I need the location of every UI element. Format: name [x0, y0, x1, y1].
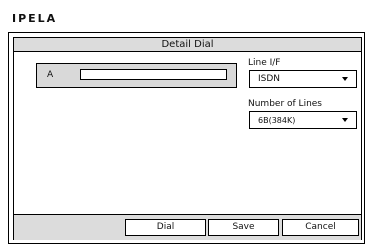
number-of-lines-value: 6B(384K) [258, 116, 296, 125]
chevron-down-icon [342, 118, 348, 122]
line-if-value: ISDN [258, 74, 281, 84]
chevron-down-icon [342, 77, 348, 81]
dial-entry-panel: A [36, 63, 237, 88]
dial-entry-label: A [47, 70, 54, 80]
dial-number-input[interactable] [80, 69, 227, 80]
cancel-button[interactable]: Cancel [282, 219, 359, 236]
save-button[interactable]: Save [208, 219, 279, 236]
screen: IPELA Detail Dial A Line I/F ISDN Number… [0, 0, 373, 250]
number-of-lines-label: Number of Lines [248, 99, 322, 109]
ipela-logo: IPELA [12, 12, 58, 25]
line-if-label: Line I/F [248, 58, 281, 68]
line-if-select[interactable]: ISDN [249, 70, 357, 88]
dial-button[interactable]: Dial [125, 219, 206, 236]
dialog-title: Detail Dial [14, 38, 361, 52]
number-of-lines-select[interactable]: 6B(384K) [249, 111, 357, 129]
detail-dial-dialog: Detail Dial A Line I/F ISDN Number of Li… [13, 37, 362, 240]
dialog-footer: Dial Save Cancel [14, 214, 361, 240]
